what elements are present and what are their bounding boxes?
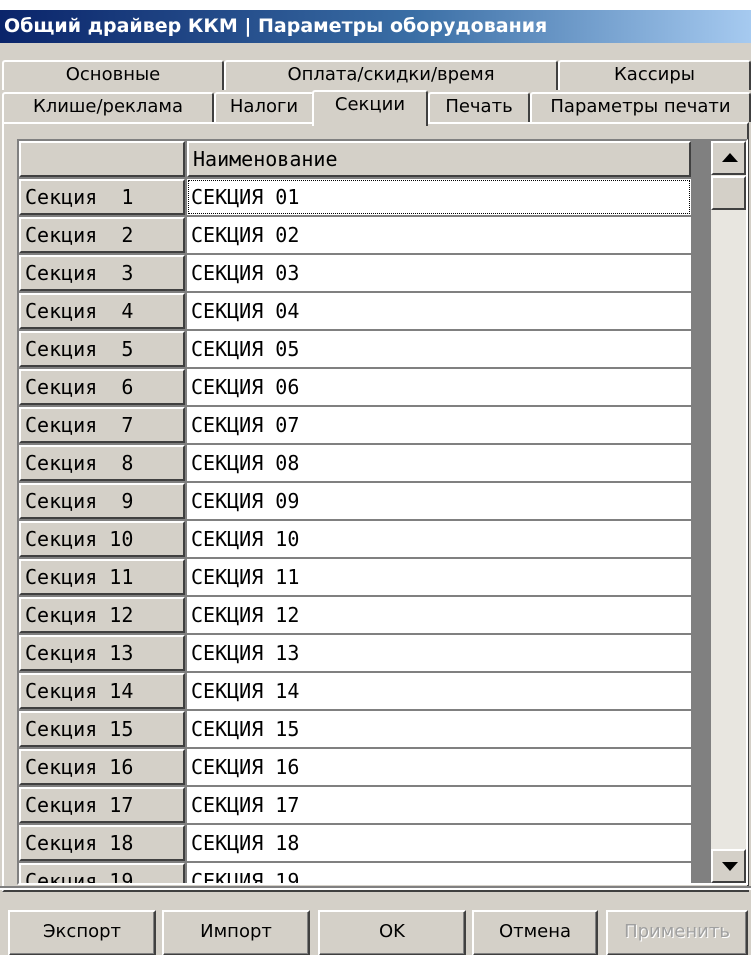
section-name-cell[interactable]: СЕКЦИЯ 04	[187, 293, 691, 329]
row-header-cell: Секция 5	[19, 331, 185, 367]
table-row: Секция 18 СЕКЦИЯ 18	[19, 825, 709, 863]
row-header-cell: Секция 8	[19, 445, 185, 481]
ok-button[interactable]: OK	[318, 910, 466, 955]
grid-header-row: Наименование	[19, 141, 709, 179]
grid-body: Наименование Секция 1 СЕКЦИЯ 01 Секция 2 СЕ…	[19, 141, 709, 883]
row-header-cell: Секция 12	[19, 597, 185, 633]
table-row: Секция 12 СЕКЦИЯ 12	[19, 597, 709, 635]
tab-cliche-advertising[interactable]: Клише/реклама	[2, 92, 214, 122]
tab-print[interactable]: Печать	[428, 92, 530, 122]
table-row: Секция 14 СЕКЦИЯ 14	[19, 673, 709, 711]
section-name-cell[interactable]: СЕКЦИЯ 09	[187, 483, 691, 519]
row-header-cell: Секция 2	[19, 217, 185, 253]
tab-main[interactable]: Основные	[2, 60, 224, 90]
section-name-cell[interactable]: СЕКЦИЯ 16	[187, 749, 691, 785]
table-row: Секция 16 СЕКЦИЯ 16	[19, 749, 709, 787]
table-row: Секция 4 СЕКЦИЯ 04	[19, 293, 709, 331]
table-row: Секция 9 СЕКЦИЯ 09	[19, 483, 709, 521]
section-name-cell[interactable]: СЕКЦИЯ 05	[187, 331, 691, 367]
row-header-cell: Секция 15	[19, 711, 185, 747]
cancel-button[interactable]: Отмена	[472, 910, 598, 955]
export-button[interactable]: Экспорт	[8, 910, 156, 955]
tab-payment-discounts-time[interactable]: Оплата/скидки/время	[224, 60, 558, 90]
table-row: Секция 19 СЕКЦИЯ 19	[19, 863, 709, 883]
import-button[interactable]: Импорт	[162, 910, 310, 955]
tab-print-parameters[interactable]: Параметры печати	[530, 92, 751, 122]
table-row: Секция 11 СЕКЦИЯ 11	[19, 559, 709, 597]
tab-sections[interactable]: Секции	[312, 90, 428, 126]
section-name-cell[interactable]: СЕКЦИЯ 13	[187, 635, 691, 671]
row-header-cell: Секция 19	[19, 863, 185, 883]
apply-button[interactable]: Применить	[606, 910, 748, 955]
table-row: Секция 2 СЕКЦИЯ 02	[19, 217, 709, 255]
title-bar: Общий драйвер ККМ | Параметры оборудован…	[0, 10, 751, 43]
table-row: Секция 13 СЕКЦИЯ 13	[19, 635, 709, 673]
section-name-cell[interactable]: СЕКЦИЯ 17	[187, 787, 691, 823]
section-name-cell[interactable]: СЕКЦИЯ 18	[187, 825, 691, 861]
section-name-cell[interactable]: СЕКЦИЯ 06	[187, 369, 691, 405]
scroll-thumb[interactable]	[711, 176, 746, 210]
separator	[0, 886, 751, 890]
arrow-up-icon	[722, 153, 738, 162]
grid-corner-cell	[19, 141, 185, 177]
table-row: Секция 17 СЕКЦИЯ 17	[19, 787, 709, 825]
row-header-cell: Секция 14	[19, 673, 185, 709]
vertical-scrollbar[interactable]	[711, 141, 746, 883]
row-header-cell: Секция 3	[19, 255, 185, 291]
scroll-up-button[interactable]	[711, 141, 746, 175]
section-name-cell[interactable]: СЕКЦИЯ 07	[187, 407, 691, 443]
row-header-cell: Секция 6	[19, 369, 185, 405]
table-row: Секция 5 СЕКЦИЯ 05	[19, 331, 709, 369]
row-header-cell: Секция 1	[19, 179, 185, 215]
arrow-down-icon	[722, 862, 738, 871]
section-name-cell[interactable]: СЕКЦИЯ 15	[187, 711, 691, 747]
row-header-cell: Секция 18	[19, 825, 185, 861]
settings-window: Общий драйвер ККМ | Параметры оборудован…	[0, 10, 751, 955]
section-name-cell[interactable]: СЕКЦИЯ 10	[187, 521, 691, 557]
row-header-cell: Секция 10	[19, 521, 185, 557]
row-header-cell: Секция 16	[19, 749, 185, 785]
row-header-cell: Секция 7	[19, 407, 185, 443]
scroll-down-button[interactable]	[711, 849, 746, 883]
section-name-cell[interactable]: СЕКЦИЯ 03	[187, 255, 691, 291]
table-row: Секция 15 СЕКЦИЯ 15	[19, 711, 709, 749]
row-header-cell: Секция 13	[19, 635, 185, 671]
row-header-cell: Секция 9	[19, 483, 185, 519]
section-name-cell[interactable]: СЕКЦИЯ 11	[187, 559, 691, 595]
row-header-cell: Секция 11	[19, 559, 185, 595]
column-header-name[interactable]: Наименование	[187, 141, 691, 177]
section-name-cell[interactable]: СЕКЦИЯ 01	[187, 179, 691, 215]
tab-taxes[interactable]: Налоги	[214, 92, 314, 122]
row-header-cell: Секция 17	[19, 787, 185, 823]
section-name-cell[interactable]: СЕКЦИЯ 19	[187, 863, 691, 883]
table-row: Секция 1 СЕКЦИЯ 01	[19, 179, 709, 217]
section-name-cell[interactable]: СЕКЦИЯ 14	[187, 673, 691, 709]
table-row: Секция 10 СЕКЦИЯ 10	[19, 521, 709, 559]
table-row: Секция 6 СЕКЦИЯ 06	[19, 369, 709, 407]
tab-cashiers[interactable]: Кассиры	[558, 60, 751, 90]
section-name-cell[interactable]: СЕКЦИЯ 12	[187, 597, 691, 633]
section-name-cell[interactable]: СЕКЦИЯ 02	[187, 217, 691, 253]
row-header-cell: Секция 4	[19, 293, 185, 329]
table-row: Секция 3 СЕКЦИЯ 03	[19, 255, 709, 293]
table-row: Секция 7 СЕКЦИЯ 07	[19, 407, 709, 445]
section-name-cell[interactable]: СЕКЦИЯ 08	[187, 445, 691, 481]
table-row: Секция 8 СЕКЦИЯ 08	[19, 445, 709, 483]
sections-grid: Наименование Секция 1 СЕКЦИЯ 01 Секция 2 СЕ…	[17, 139, 748, 885]
